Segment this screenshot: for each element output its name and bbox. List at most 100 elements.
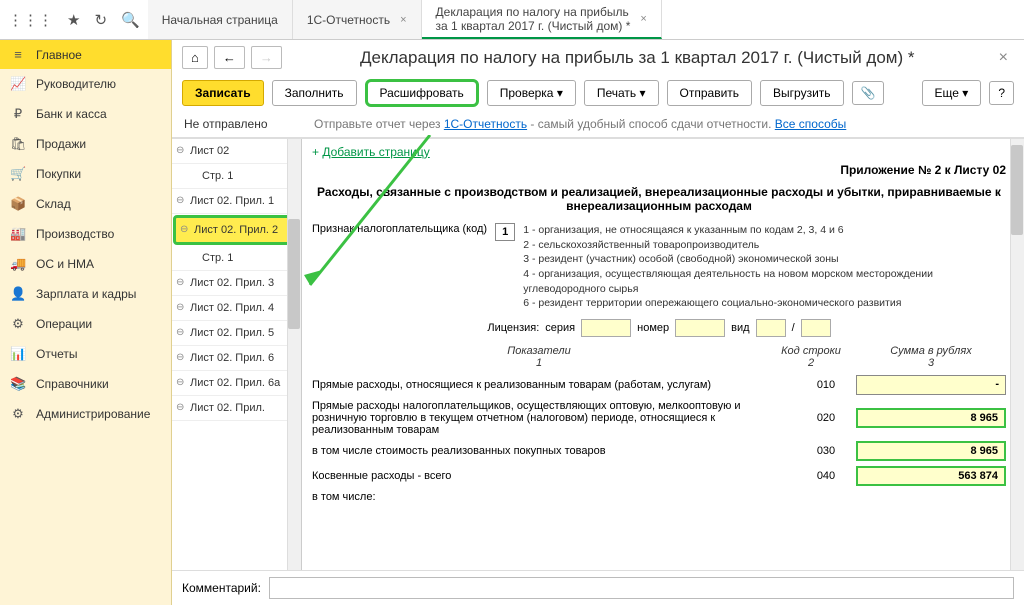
forward-button[interactable]: → <box>251 46 282 69</box>
topbar-icons: ⋮⋮⋮ ★ ↻ 🔍 <box>0 0 148 39</box>
history-icon[interactable]: ↻ <box>94 11 107 29</box>
send-button[interactable]: Отправить <box>667 80 753 106</box>
tree-item[interactable]: Лист 02. Прил. 2 <box>173 215 300 245</box>
tree-item[interactable]: Лист 02. Прил. 3 <box>172 271 301 296</box>
appendix-title: Приложение № 2 к Листу 02 <box>312 163 1006 177</box>
content: ⌂ ← → Декларация по налогу на прибыль за… <box>172 40 1024 605</box>
sidebar-icon: 👤 <box>10 286 26 302</box>
scrollbar[interactable] <box>287 139 301 570</box>
tree-item[interactable]: Лист 02. Прил. 6а <box>172 371 301 396</box>
tree-item[interactable]: Лист 02. Прил. <box>172 396 301 421</box>
link-1c[interactable]: 1С-Отчетность <box>444 117 527 131</box>
sidebar-item[interactable]: 📊Отчеты <box>0 339 171 369</box>
taxpayer-code[interactable]: 1 <box>495 223 515 241</box>
data-row: Косвенные расходы - всего040563 874 <box>312 466 1006 486</box>
sidebar-item[interactable]: 🚚ОС и НМА <box>0 249 171 279</box>
sidebar-item[interactable]: ≡Главное <box>0 40 171 69</box>
sidebar-item[interactable]: 👤Зарплата и кадры <box>0 279 171 309</box>
sidebar-icon: 📈 <box>10 76 26 92</box>
value-input[interactable]: 8 965 <box>856 441 1006 461</box>
close-icon[interactable]: × <box>640 13 646 25</box>
sidebar-icon: 🛍 <box>10 136 26 152</box>
body-area: Лист 02Стр. 1Лист 02. Прил. 1Лист 02. Пр… <box>172 138 1024 570</box>
value-input[interactable]: 563 874 <box>856 466 1006 486</box>
sidebar-icon: ₽ <box>10 106 26 122</box>
tab-report[interactable]: 1С-Отчетность× <box>293 0 422 39</box>
sidebar-icon: ≡ <box>10 47 26 62</box>
add-page-link[interactable]: Добавить страницу <box>322 145 429 159</box>
sidebar-item[interactable]: ₽Банк и касса <box>0 99 171 129</box>
status-row: Не отправлено Отправьте отчет через 1С-О… <box>172 111 1024 138</box>
comment-input[interactable] <box>269 577 1014 599</box>
lic-series-input[interactable] <box>581 319 631 337</box>
comment-row: Комментарий: <box>172 570 1024 605</box>
tree: Лист 02Стр. 1Лист 02. Прил. 1Лист 02. Пр… <box>172 139 302 570</box>
sidebar-item[interactable]: ⚙Операции <box>0 309 171 339</box>
toolbar: Записать Заполнить Расшифровать Проверка… <box>172 75 1024 111</box>
home-button[interactable]: ⌂ <box>182 46 208 69</box>
back-button[interactable]: ← <box>214 46 245 69</box>
data-row: Прямые расходы налогоплательщиков, осуще… <box>312 400 1006 436</box>
tree-item[interactable]: Лист 02. Прил. 5 <box>172 321 301 346</box>
star-icon[interactable]: ★ <box>67 11 80 29</box>
sidebar-icon: 🏭 <box>10 226 26 242</box>
tab-home[interactable]: Начальная страница <box>148 0 293 39</box>
link-all[interactable]: Все способы <box>775 117 847 131</box>
topbar: ⋮⋮⋮ ★ ↻ 🔍 Начальная страница 1С-Отчетнос… <box>0 0 1024 40</box>
print-button[interactable]: Печать ▾ <box>584 80 659 106</box>
taxpayer-row: Признак налогоплательщика (код) 1 1 - ор… <box>312 223 1006 311</box>
save-button[interactable]: Записать <box>182 80 264 106</box>
form-area: + Добавить страницу Приложение № 2 к Лис… <box>302 139 1024 570</box>
lic-sub-input[interactable] <box>801 319 831 337</box>
export-button[interactable]: Выгрузить <box>760 80 844 106</box>
sidebar-item[interactable]: 📦Склад <box>0 189 171 219</box>
tree-item[interactable]: Лист 02 <box>172 139 301 164</box>
tree-item[interactable]: Лист 02. Прил. 4 <box>172 296 301 321</box>
scrollbar[interactable] <box>1010 139 1024 570</box>
sidebar-item[interactable]: ⚙Администрирование <box>0 399 171 429</box>
column-headers: Показатели1 Код строки2 Сумма в рублях3 <box>312 345 1006 369</box>
sidebar-icon: 📦 <box>10 196 26 212</box>
close-icon[interactable]: × <box>400 14 406 26</box>
tab-declaration[interactable]: Декларация по налогу на прибыльза 1 квар… <box>422 0 662 39</box>
decode-button[interactable]: Расшифровать <box>365 79 479 107</box>
apps-icon[interactable]: ⋮⋮⋮ <box>8 11 53 29</box>
tree-item[interactable]: Стр. 1 <box>172 246 301 271</box>
tree-item[interactable]: Стр. 1 <box>172 164 301 189</box>
license-row: Лицензия: серия номер вид / <box>312 319 1006 337</box>
status-text: Отправьте отчет через 1С-Отчетность - са… <box>314 117 846 131</box>
sidebar-item[interactable]: 🏭Производство <box>0 219 171 249</box>
sidebar-item[interactable]: 📈Руководителю <box>0 69 171 99</box>
value-input[interactable]: 8 965 <box>856 408 1006 428</box>
close-icon[interactable]: × <box>993 49 1014 67</box>
sidebar-item[interactable]: 🛒Покупки <box>0 159 171 189</box>
more-button[interactable]: Еще ▾ <box>922 80 982 106</box>
value-input[interactable]: - <box>856 375 1006 395</box>
sidebar-item[interactable]: 📚Справочники <box>0 369 171 399</box>
attach-button[interactable]: 📎 <box>852 81 885 105</box>
header: ⌂ ← → Декларация по налогу на прибыль за… <box>172 40 1024 75</box>
help-button[interactable]: ? <box>989 81 1014 105</box>
sidebar-icon: 📚 <box>10 376 26 392</box>
search-icon[interactable]: 🔍 <box>121 11 140 29</box>
sidebar-icon: ⚙ <box>10 406 26 422</box>
data-row: в том числе стоимость реализованных поку… <box>312 441 1006 461</box>
main: ≡Главное📈Руководителю₽Банк и касса🛍Прода… <box>0 40 1024 605</box>
sidebar-item[interactable]: 🛍Продажи <box>0 129 171 159</box>
data-row: Прямые расходы, относящиеся к реализован… <box>312 375 1006 395</box>
sidebar-icon: ⚙ <box>10 316 26 332</box>
sidebar: ≡Главное📈Руководителю₽Банк и касса🛍Прода… <box>0 40 172 605</box>
status-label: Не отправлено <box>184 117 314 131</box>
code-list: 1 - организация, не относящаяся к указан… <box>523 223 1006 311</box>
sidebar-icon: 🚚 <box>10 256 26 272</box>
page-title: Декларация по налогу на прибыль за 1 ква… <box>288 48 987 68</box>
tree-item[interactable]: Лист 02. Прил. 6 <box>172 346 301 371</box>
check-button[interactable]: Проверка ▾ <box>487 80 576 106</box>
tree-item[interactable]: Лист 02. Прил. 1 <box>172 189 301 214</box>
lic-number-input[interactable] <box>675 319 725 337</box>
fill-button[interactable]: Заполнить <box>272 80 357 106</box>
data-row: в том числе: <box>312 491 1006 503</box>
data-rows: Прямые расходы, относящиеся к реализован… <box>312 375 1006 503</box>
sidebar-icon: 🛒 <box>10 166 26 182</box>
lic-type-input[interactable] <box>756 319 786 337</box>
